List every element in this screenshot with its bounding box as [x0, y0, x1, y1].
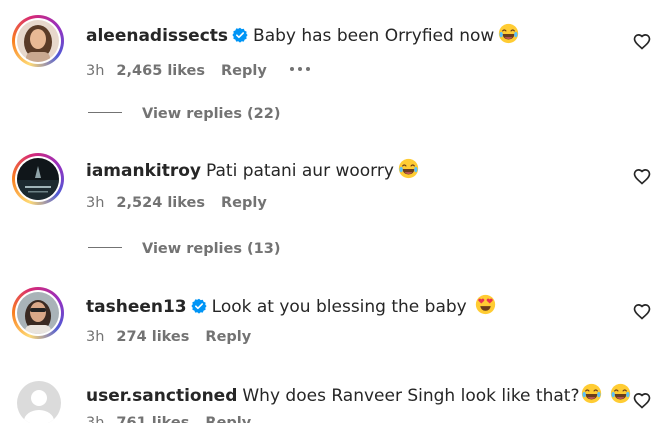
comment-username[interactable]: user.sanctioned	[86, 386, 237, 406]
like-heart-icon[interactable]	[633, 168, 651, 186]
comment-time: 3h	[86, 195, 105, 211]
face-with-tears-of-joy-icon	[610, 383, 631, 410]
comment-username[interactable]: aleenadissects	[86, 26, 228, 46]
comment-text: Baby has been Orryfied now	[253, 26, 495, 46]
reply-button[interactable]: Reply	[205, 415, 251, 423]
verified-badge-icon	[191, 298, 207, 320]
comment-likes[interactable]: 274 likes	[116, 329, 189, 345]
story-ring-avatar[interactable]	[12, 15, 64, 67]
divider	[88, 112, 122, 113]
comment-time: 3h	[86, 63, 105, 79]
view-replies-button[interactable]: View replies (13)	[88, 239, 280, 259]
avatar	[17, 20, 59, 62]
comment-text: Why does Ranveer Singh look like that?	[242, 386, 580, 406]
comment-username[interactable]: iamankitroy	[86, 161, 201, 181]
avatar	[17, 292, 59, 334]
verified-badge-icon	[232, 27, 248, 49]
like-heart-icon[interactable]	[633, 303, 651, 321]
view-replies-button[interactable]: View replies (22)	[88, 104, 280, 124]
reply-button[interactable]: Reply	[221, 63, 267, 79]
avatar[interactable]	[17, 381, 61, 423]
comment-likes[interactable]: 2,524 likes	[116, 195, 205, 211]
avatar-photo-icon	[17, 158, 59, 200]
divider	[88, 247, 122, 248]
story-ring-avatar[interactable]	[12, 153, 64, 205]
default-user-icon	[24, 390, 54, 423]
smiling-face-with-heart-eyes-icon	[475, 294, 496, 321]
comment-text: Look at you blessing the baby	[211, 297, 467, 317]
comment-likes[interactable]: 761 likes	[116, 415, 189, 423]
comment-likes[interactable]: 2,465 likes	[116, 63, 205, 79]
avatar-photo-icon	[17, 20, 59, 62]
comment-time: 3h	[86, 329, 105, 345]
comment-text: Pati patani aur woorry	[206, 161, 394, 181]
comment-time: 3h	[86, 415, 105, 423]
avatar-photo-icon	[17, 292, 59, 334]
more-options-icon[interactable]	[289, 58, 311, 78]
like-heart-icon[interactable]	[633, 392, 651, 410]
avatar	[17, 158, 59, 200]
face-with-tears-of-joy-icon	[498, 23, 519, 50]
face-with-tears-of-joy-icon	[581, 383, 602, 410]
face-with-tears-of-joy-icon	[398, 158, 419, 185]
comment-username[interactable]: tasheen13	[86, 297, 187, 317]
reply-button[interactable]: Reply	[221, 195, 267, 211]
like-heart-icon[interactable]	[633, 33, 651, 51]
reply-button[interactable]: Reply	[205, 329, 251, 345]
story-ring-avatar[interactable]	[12, 287, 64, 339]
